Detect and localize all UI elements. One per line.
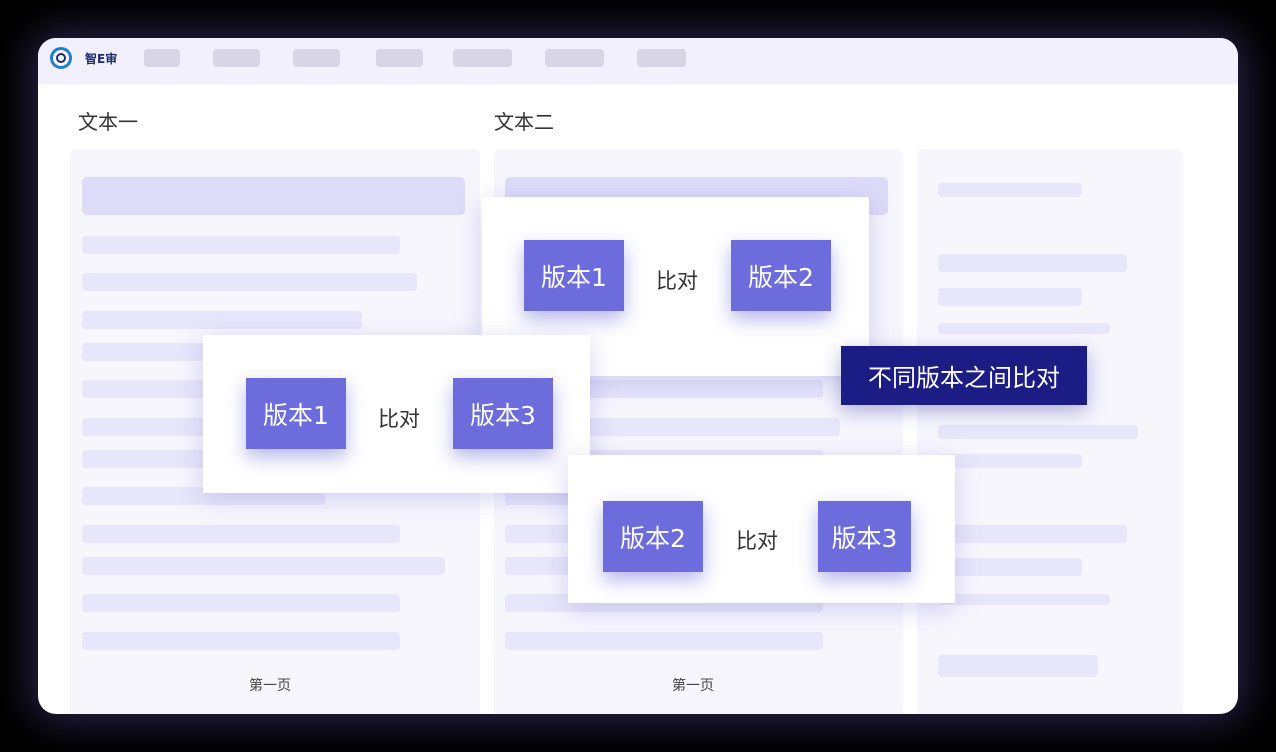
side-line-placeholder xyxy=(938,323,1110,334)
side-line-placeholder xyxy=(938,655,1098,677)
nav-item-placeholder[interactable] xyxy=(376,49,423,67)
ring-logo-icon[interactable] xyxy=(50,47,72,69)
side-panel xyxy=(917,149,1183,714)
text1-page-label: 第一页 xyxy=(249,678,291,694)
comparison-card: 版本1 比对 版本3 xyxy=(203,335,590,493)
side-line-placeholder xyxy=(938,254,1127,272)
compare-label: 比对 xyxy=(378,407,420,431)
nav-item-placeholder[interactable] xyxy=(453,49,512,67)
callout-banner: 不同版本之间比对 xyxy=(841,346,1087,405)
text-line-placeholder xyxy=(82,525,400,543)
version-badge[interactable]: 版本1 xyxy=(246,378,346,449)
side-line-placeholder xyxy=(938,558,1082,576)
side-line-placeholder xyxy=(938,288,1082,306)
comparison-card: 版本2 比对 版本3 xyxy=(568,455,955,603)
version-badge[interactable]: 版本2 xyxy=(731,240,831,311)
brand-name[interactable]: 智E审 xyxy=(85,50,117,67)
version-badge[interactable]: 版本2 xyxy=(603,501,703,572)
text-line-placeholder xyxy=(82,594,400,612)
nav-item-placeholder[interactable] xyxy=(144,49,180,67)
text-line-placeholder xyxy=(82,177,465,215)
text-line-placeholder xyxy=(505,632,823,650)
top-navbar: 智E审 xyxy=(38,38,1238,84)
side-line-placeholder xyxy=(938,594,1110,605)
app-window: 智E审 文本一 文本二 第一页 第一页 版本1 比对 版本2 版本1 比对 版本… xyxy=(38,38,1238,714)
compare-label: 比对 xyxy=(656,269,698,293)
text-line-placeholder xyxy=(82,273,417,291)
version-badge[interactable]: 版本1 xyxy=(524,240,624,311)
side-line-placeholder xyxy=(938,525,1127,543)
text-line-placeholder xyxy=(82,236,400,254)
text-line-placeholder xyxy=(82,311,362,329)
text-line-placeholder xyxy=(82,632,400,650)
nav-item-placeholder[interactable] xyxy=(637,49,686,67)
side-line-placeholder xyxy=(938,454,1082,468)
text2-page-label: 第一页 xyxy=(672,678,714,694)
version-badge[interactable]: 版本3 xyxy=(453,378,553,449)
text2-title: 文本二 xyxy=(494,110,554,134)
nav-item-placeholder[interactable] xyxy=(545,49,604,67)
side-line-placeholder xyxy=(938,425,1138,439)
nav-item-placeholder[interactable] xyxy=(293,49,340,67)
nav-item-placeholder[interactable] xyxy=(213,49,260,67)
compare-label: 比对 xyxy=(736,529,778,553)
text-line-placeholder xyxy=(82,557,445,575)
side-line-placeholder xyxy=(938,183,1082,197)
text1-title: 文本一 xyxy=(78,110,138,134)
version-badge[interactable]: 版本3 xyxy=(818,501,911,572)
